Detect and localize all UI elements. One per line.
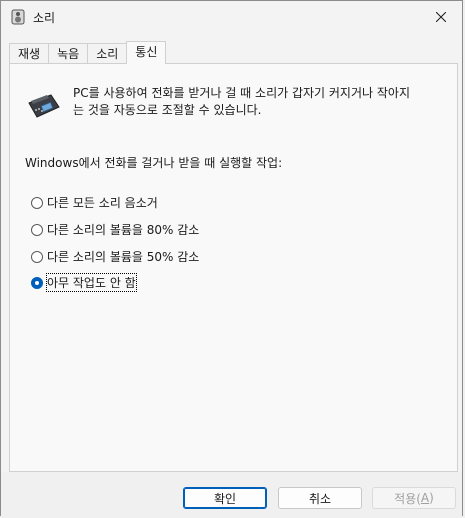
communications-description: PC를 사용하여 전화를 받거나 걸 때 소리가 갑자기 커지거나 작아지 는 …	[73, 85, 448, 119]
tab-playback[interactable]: 재생	[9, 43, 50, 64]
close-button[interactable]	[426, 4, 456, 30]
option-mute-all[interactable]: 다른 모든 소리 음소거	[31, 194, 158, 211]
apply-access-key: A	[420, 491, 430, 505]
tab-sounds[interactable]: 소리	[87, 43, 128, 64]
action-question: Windows에서 전화를 걸거나 받을 때 실행할 작업:	[25, 156, 283, 170]
radio-do-nothing[interactable]	[31, 276, 43, 289]
telephone-icon	[28, 94, 60, 118]
speaker-icon	[11, 9, 25, 25]
option-label: 다른 소리의 볼륨을 50% 감소	[47, 250, 200, 264]
tab-strip: 재생 녹음 소리 통신	[9, 41, 167, 64]
tab-recording[interactable]: 녹음	[48, 43, 89, 64]
close-icon	[436, 12, 446, 22]
tab-communications[interactable]: 통신	[126, 41, 167, 64]
sound-dialog: 소리 재생 녹음 소리 통신 PC를 사용하여 전화를 받거나 걸 때 소리가 …	[0, 0, 463, 517]
apply-label-suffix: )	[429, 491, 434, 505]
window-title: 소리	[33, 11, 56, 25]
option-reduce-50[interactable]: 다른 소리의 볼륨을 50% 감소	[31, 248, 199, 265]
radio-mute-all[interactable]	[31, 196, 43, 209]
description-line-1: PC를 사용하여 전화를 받거나 걸 때 소리가 갑자기 커지거나 작아지	[73, 86, 410, 100]
radio-reduce-80[interactable]	[31, 223, 43, 236]
description-line-2: 는 것을 자동으로 조절할 수 있습니다.	[73, 103, 262, 117]
option-label: 다른 소리의 볼륨을 80% 감소	[47, 223, 200, 237]
tab-panel	[9, 63, 458, 472]
apply-button[interactable]: 적용(A)	[372, 487, 456, 509]
option-label: 아무 작업도 안 함	[46, 273, 137, 292]
option-reduce-80[interactable]: 다른 소리의 볼륨을 80% 감소	[31, 221, 199, 238]
apply-label-prefix: 적용(	[394, 491, 421, 506]
radio-reduce-50[interactable]	[31, 250, 43, 263]
title-bar: 소리	[1, 1, 462, 33]
option-do-nothing[interactable]: 아무 작업도 안 함	[31, 273, 137, 292]
cancel-button[interactable]: 취소	[278, 487, 362, 509]
ok-button[interactable]: 확인	[183, 487, 267, 509]
option-label: 다른 모든 소리 음소거	[47, 196, 158, 210]
